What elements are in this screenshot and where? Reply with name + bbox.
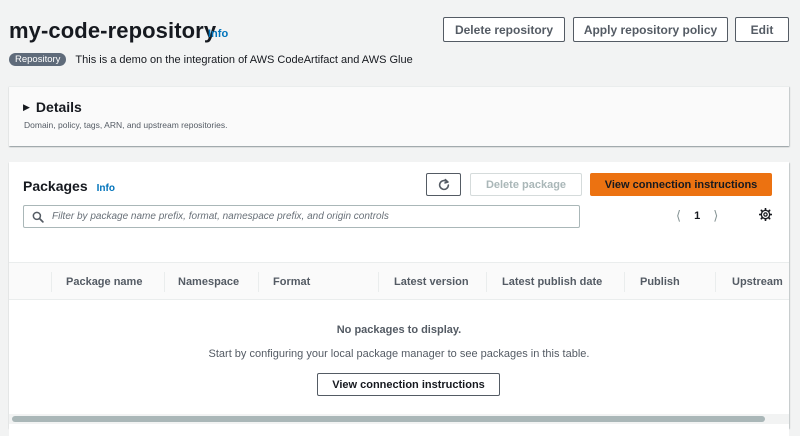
chevron-left-icon[interactable]: ⟨ xyxy=(676,208,681,224)
details-toggle[interactable]: ▶ Details xyxy=(23,99,82,115)
delete-repository-button[interactable]: Delete repository xyxy=(443,17,565,42)
column-divider xyxy=(164,272,165,292)
scrollbar-thumb[interactable] xyxy=(12,416,765,422)
title-info-link[interactable]: Info xyxy=(208,28,228,40)
details-description: Domain, policy, tags, ARN, and upstream … xyxy=(24,120,228,130)
column-divider xyxy=(378,272,379,292)
panel-bottom xyxy=(9,428,789,436)
packages-panel: Packages Info Delete package View connec… xyxy=(9,162,789,428)
packages-title: Packages xyxy=(23,178,88,194)
empty-state-description: Start by configuring your local package … xyxy=(208,348,590,360)
packages-info-link[interactable]: Info xyxy=(97,183,115,194)
column-header-latest-version[interactable]: Latest version xyxy=(394,263,469,301)
column-header-publish[interactable]: Publish xyxy=(640,263,680,301)
apply-repository-policy-button[interactable]: Apply repository policy xyxy=(573,17,728,42)
repository-description: This is a demo on the integration of AWS… xyxy=(75,53,413,66)
column-divider xyxy=(624,272,625,292)
table-header: Package name Namespace Format Latest ver… xyxy=(9,262,789,300)
column-header-upstream[interactable]: Upstream xyxy=(732,263,783,301)
column-divider xyxy=(715,272,716,292)
chevron-right-icon[interactable]: ⟩ xyxy=(713,208,718,224)
edit-button[interactable]: Edit xyxy=(735,17,789,42)
page-number[interactable]: 1 xyxy=(694,210,700,222)
delete-package-button[interactable]: Delete package xyxy=(470,173,582,196)
column-header-namespace[interactable]: Namespace xyxy=(178,263,239,301)
empty-view-connection-instructions-button[interactable]: View connection instructions xyxy=(317,373,500,396)
gear-icon[interactable] xyxy=(758,207,773,226)
repository-badge: Repository xyxy=(9,53,67,66)
column-header-package-name[interactable]: Package name xyxy=(66,263,142,301)
details-title: Details xyxy=(35,99,82,115)
refresh-button[interactable] xyxy=(426,173,461,196)
search-field[interactable] xyxy=(23,205,580,228)
column-header-format[interactable]: Format xyxy=(273,263,310,301)
pagination: ⟨ 1 ⟩ xyxy=(676,208,718,224)
page-title: my-code-repository xyxy=(9,18,217,43)
empty-state-title: No packages to display. xyxy=(336,324,462,336)
column-divider xyxy=(486,272,487,292)
details-panel: ▶ Details Domain, policy, tags, ARN, and… xyxy=(9,86,789,146)
repository-summary: Repository This is a demo on the integra… xyxy=(9,53,413,66)
search-icon xyxy=(32,211,44,223)
horizontal-scrollbar[interactable] xyxy=(9,414,789,424)
column-divider xyxy=(51,272,52,292)
caret-right-icon: ▶ xyxy=(23,101,30,112)
search-input[interactable] xyxy=(52,211,579,222)
refresh-icon xyxy=(438,178,449,190)
packages-header: Packages Info xyxy=(23,178,115,194)
column-divider xyxy=(258,272,259,292)
view-connection-instructions-button[interactable]: View connection instructions xyxy=(590,173,772,196)
column-header-latest-publish-date[interactable]: Latest publish date xyxy=(502,263,602,301)
